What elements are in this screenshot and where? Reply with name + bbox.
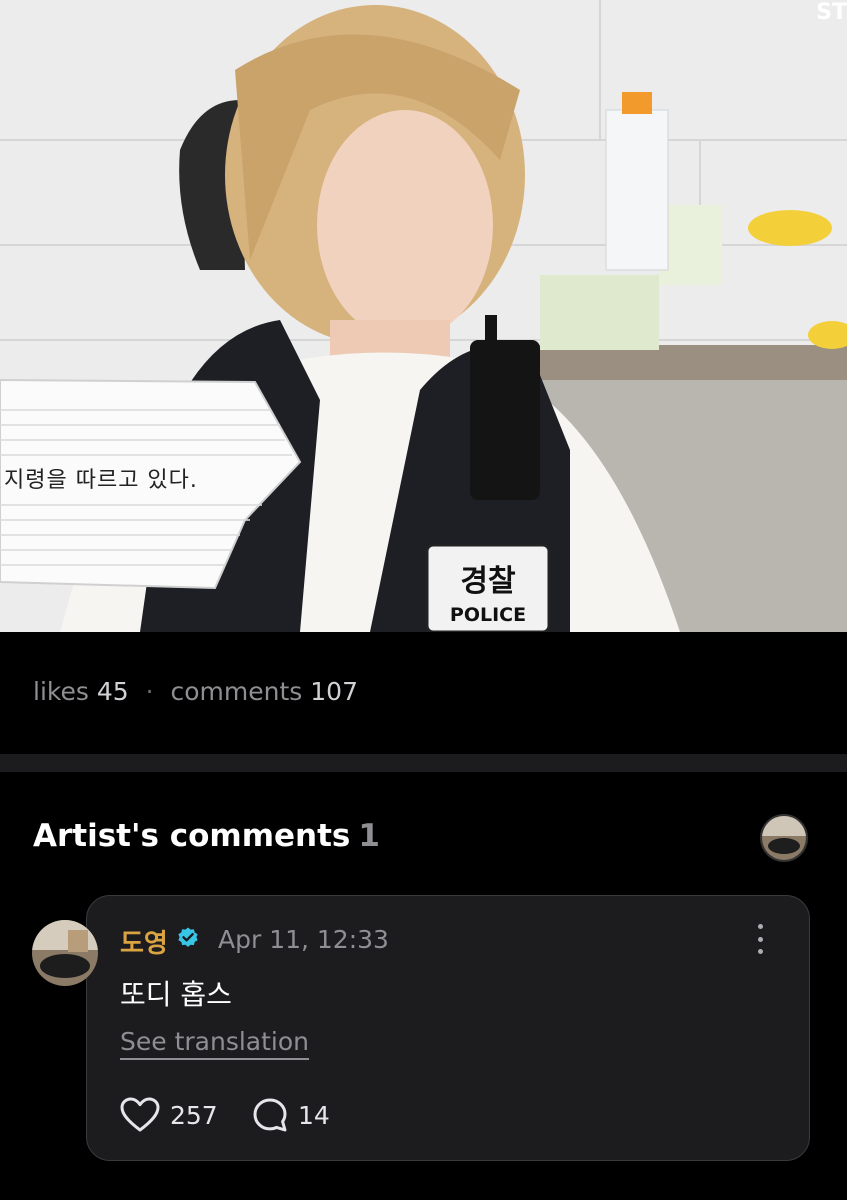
- comment-author-name[interactable]: 도영: [120, 923, 168, 960]
- comment-timestamp: Apr 11, 12:33: [218, 925, 389, 954]
- comments-count[interactable]: 107: [310, 677, 358, 706]
- post-media-image[interactable]: 지령을 따르고 있다. 경찰 POLICE ST: [0, 0, 847, 632]
- photo-caption-text: 지령을 따르고 있다.: [4, 468, 198, 493]
- artist-comments-heading[interactable]: Artist's comments 1: [33, 818, 380, 854]
- reply-count: 14: [298, 1100, 330, 1130]
- stats-separator: ·: [145, 677, 154, 706]
- comments-label[interactable]: comments: [171, 677, 303, 706]
- artist-avatar[interactable]: [760, 814, 808, 862]
- verified-badge-icon: [178, 927, 198, 947]
- like-button[interactable]: 257: [120, 1097, 218, 1133]
- like-count: 257: [170, 1100, 218, 1130]
- police-patch-label: 경찰: [460, 564, 516, 599]
- comment-bubble-icon: [253, 1098, 287, 1132]
- heart-icon: [120, 1097, 160, 1132]
- artist-comments-title: Artist's comments: [33, 818, 351, 854]
- comment-author-avatar[interactable]: [32, 920, 98, 986]
- section-divider: [0, 754, 847, 772]
- likes-label[interactable]: likes: [33, 677, 89, 706]
- police-patch-sublabel: POLICE: [449, 604, 527, 626]
- artist-comments-count: 1: [358, 818, 380, 854]
- post-stats: likes 45 · comments 107: [33, 677, 358, 706]
- more-options-icon[interactable]: [750, 922, 770, 956]
- video-watermark: ST: [816, 0, 847, 25]
- likes-count[interactable]: 45: [97, 677, 129, 706]
- comment-body-text: 또디 홉스: [120, 978, 232, 1011]
- photo-illustration: [0, 0, 847, 632]
- see-translation-link[interactable]: See translation: [120, 1027, 310, 1060]
- reply-button[interactable]: 14: [252, 1097, 330, 1133]
